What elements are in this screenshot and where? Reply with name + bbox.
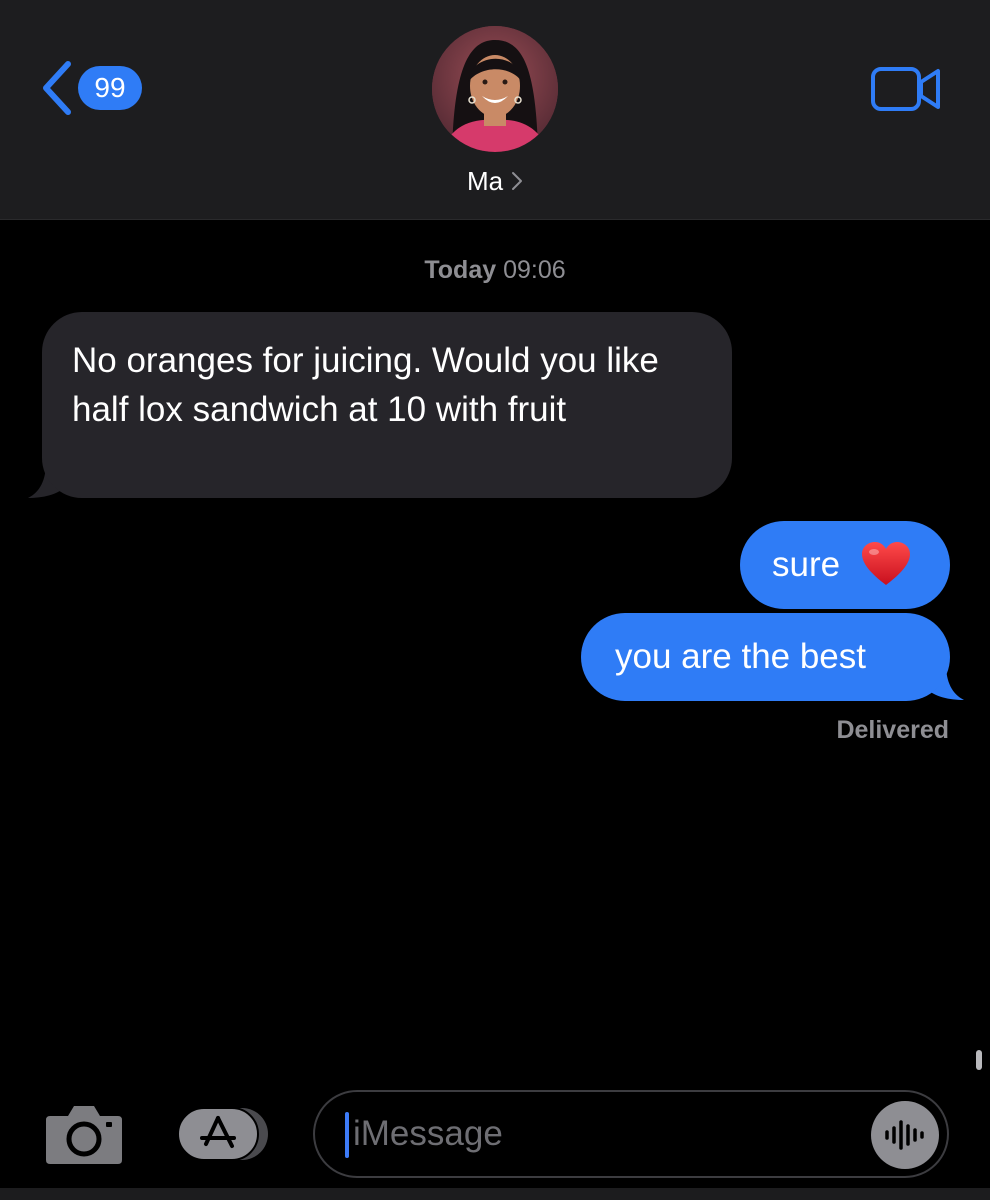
camera-button[interactable] [44,1102,124,1166]
audio-waveform-icon [885,1120,924,1150]
message-input[interactable]: iMessage [313,1090,949,1178]
contact-name: Ma [466,165,504,196]
timestamp-time: 09:06 [503,256,566,284]
text-caret [345,1112,349,1158]
red-heart-emoji-icon [861,541,910,585]
incoming-message-bubble[interactable]: No oranges for juicing. Would you like h… [42,312,732,498]
delivery-status: Delivered [836,716,949,744]
unread-count-badge: 99 [78,66,142,110]
contact-name-button[interactable]: Ma [0,164,990,198]
avatar[interactable] [432,26,558,152]
chevron-left-icon [43,61,71,115]
camera-icon [46,1106,122,1164]
scroll-indicator[interactable] [976,1050,982,1070]
audio-message-button[interactable] [871,1101,939,1169]
message-text: you are the best [615,637,866,676]
facetime-video-button[interactable] [870,64,942,114]
video-camera-icon [871,67,940,111]
message-timestamp: Today 09:06 [0,256,990,285]
outgoing-message-bubble[interactable]: you are the best [581,613,950,701]
app-store-icon [177,1107,268,1161]
timestamp-day: Today [424,256,497,284]
keyboard-edge [0,1188,990,1200]
chevron-right-icon [512,172,523,190]
message-input-placeholder: iMessage [353,1114,503,1153]
message-text: sure [772,545,841,584]
contact-photo-icon [432,26,558,152]
message-text: No oranges for juicing. Would you like h… [72,341,659,429]
outgoing-message-bubble[interactable]: sure [740,521,950,609]
app-store-button[interactable] [176,1104,272,1164]
back-button[interactable]: 99 [38,58,158,118]
conversation-header: 99 Ma [0,0,990,220]
